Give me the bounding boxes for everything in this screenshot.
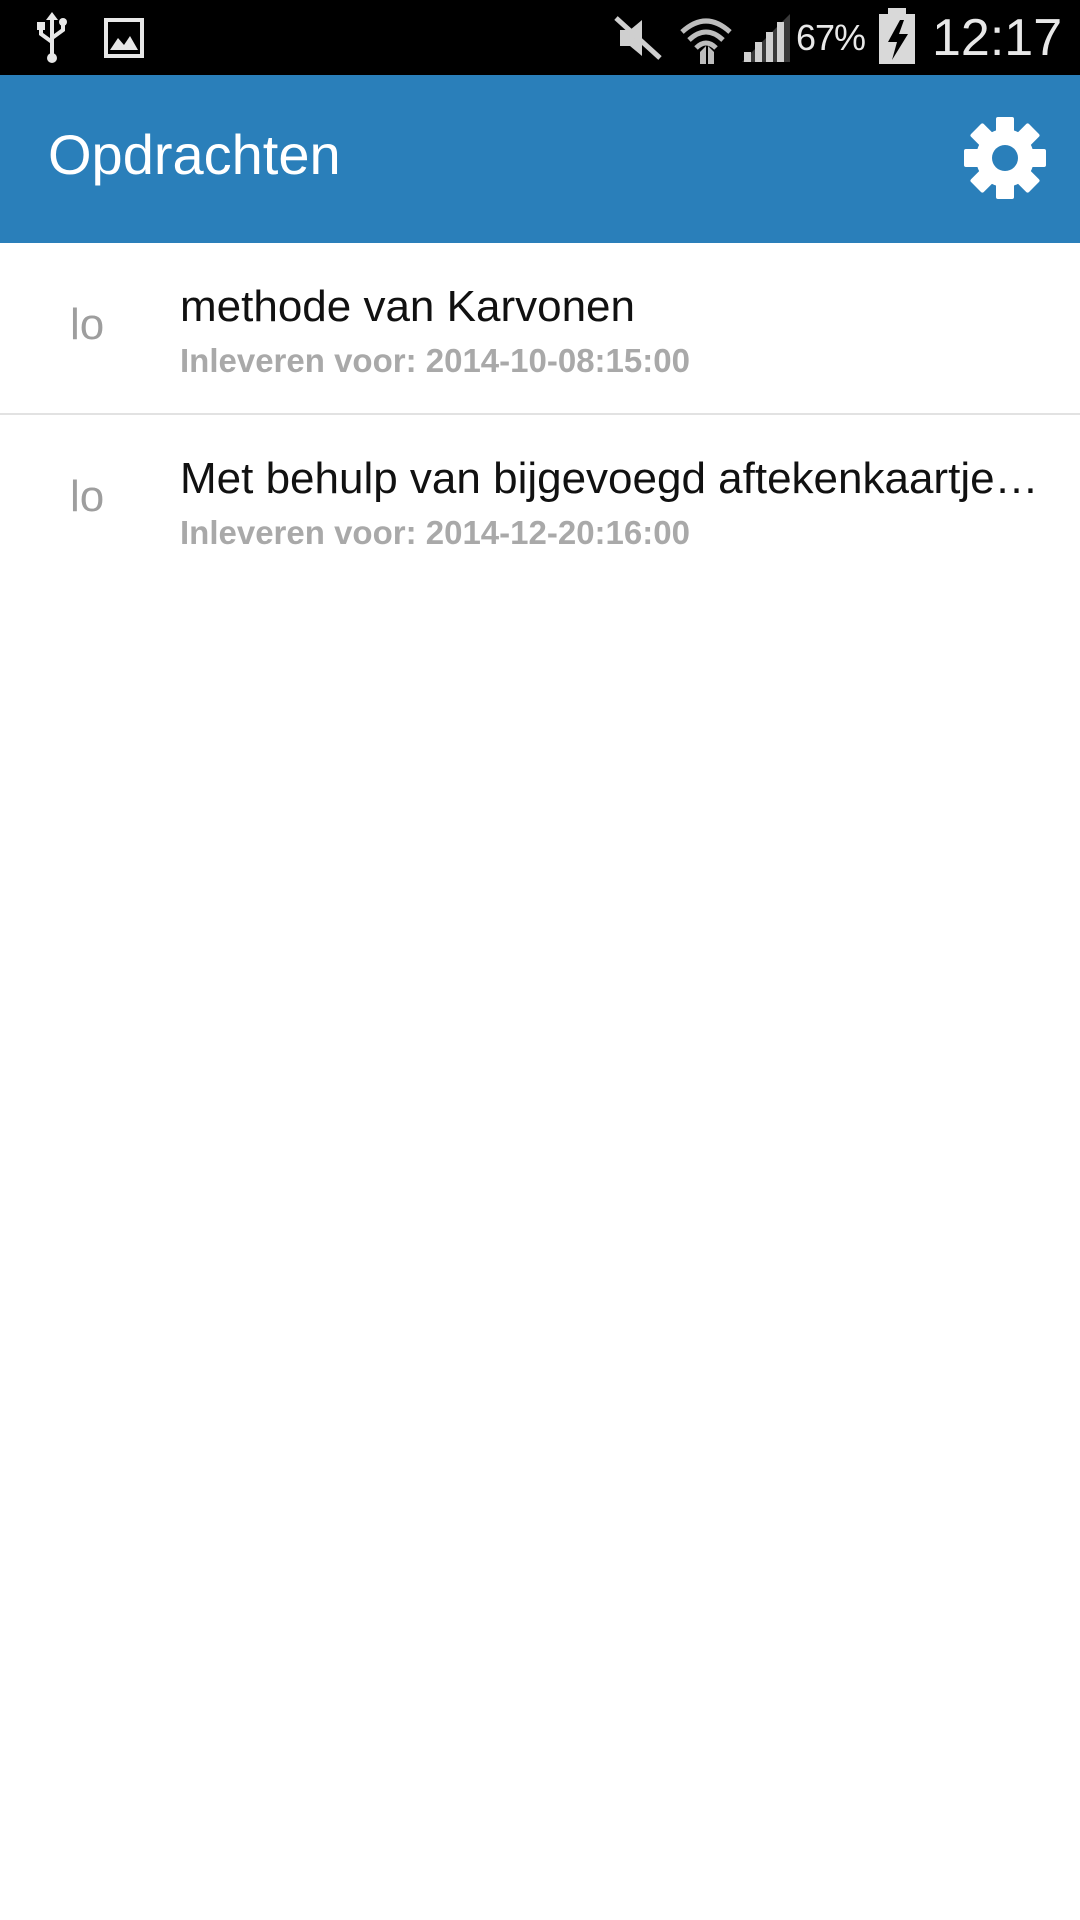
clock: 12:17 [932,9,1063,67]
signal-icon [740,12,792,62]
course-icon: lo [70,300,105,349]
settings-button[interactable] [962,115,1048,201]
action-bar: Opdrachten [0,75,1080,243]
wifi-icon [678,12,734,64]
battery-charging-icon [876,8,918,64]
gear-icon [962,117,1048,205]
list-item[interactable]: lo Met behulp van bijgevoegd aftekenkaar… [0,415,1080,585]
assignment-due-date: Inleveren voor: 2014-10-08:15:00 [180,342,690,379]
image-icon [104,18,144,68]
assignment-list: lo methode van Karvonen Inleveren voor: … [0,243,1080,585]
mute-icon [612,12,664,62]
course-icon: lo [70,472,105,521]
usb-icon [32,12,72,63]
assignment-title: methode van Karvonen [180,283,635,331]
assignment-title: Met behulp van bijgevoegd aftekenkaartje… [180,455,1039,503]
page-title: Opdrachten [48,123,341,186]
list-item[interactable]: lo methode van Karvonen Inleveren voor: … [0,243,1080,415]
battery-percent: 67% [796,17,866,58]
status-bar: 67% 12:17 [0,0,1080,75]
assignment-due-date: Inleveren voor: 2014-12-20:16:00 [180,514,690,551]
